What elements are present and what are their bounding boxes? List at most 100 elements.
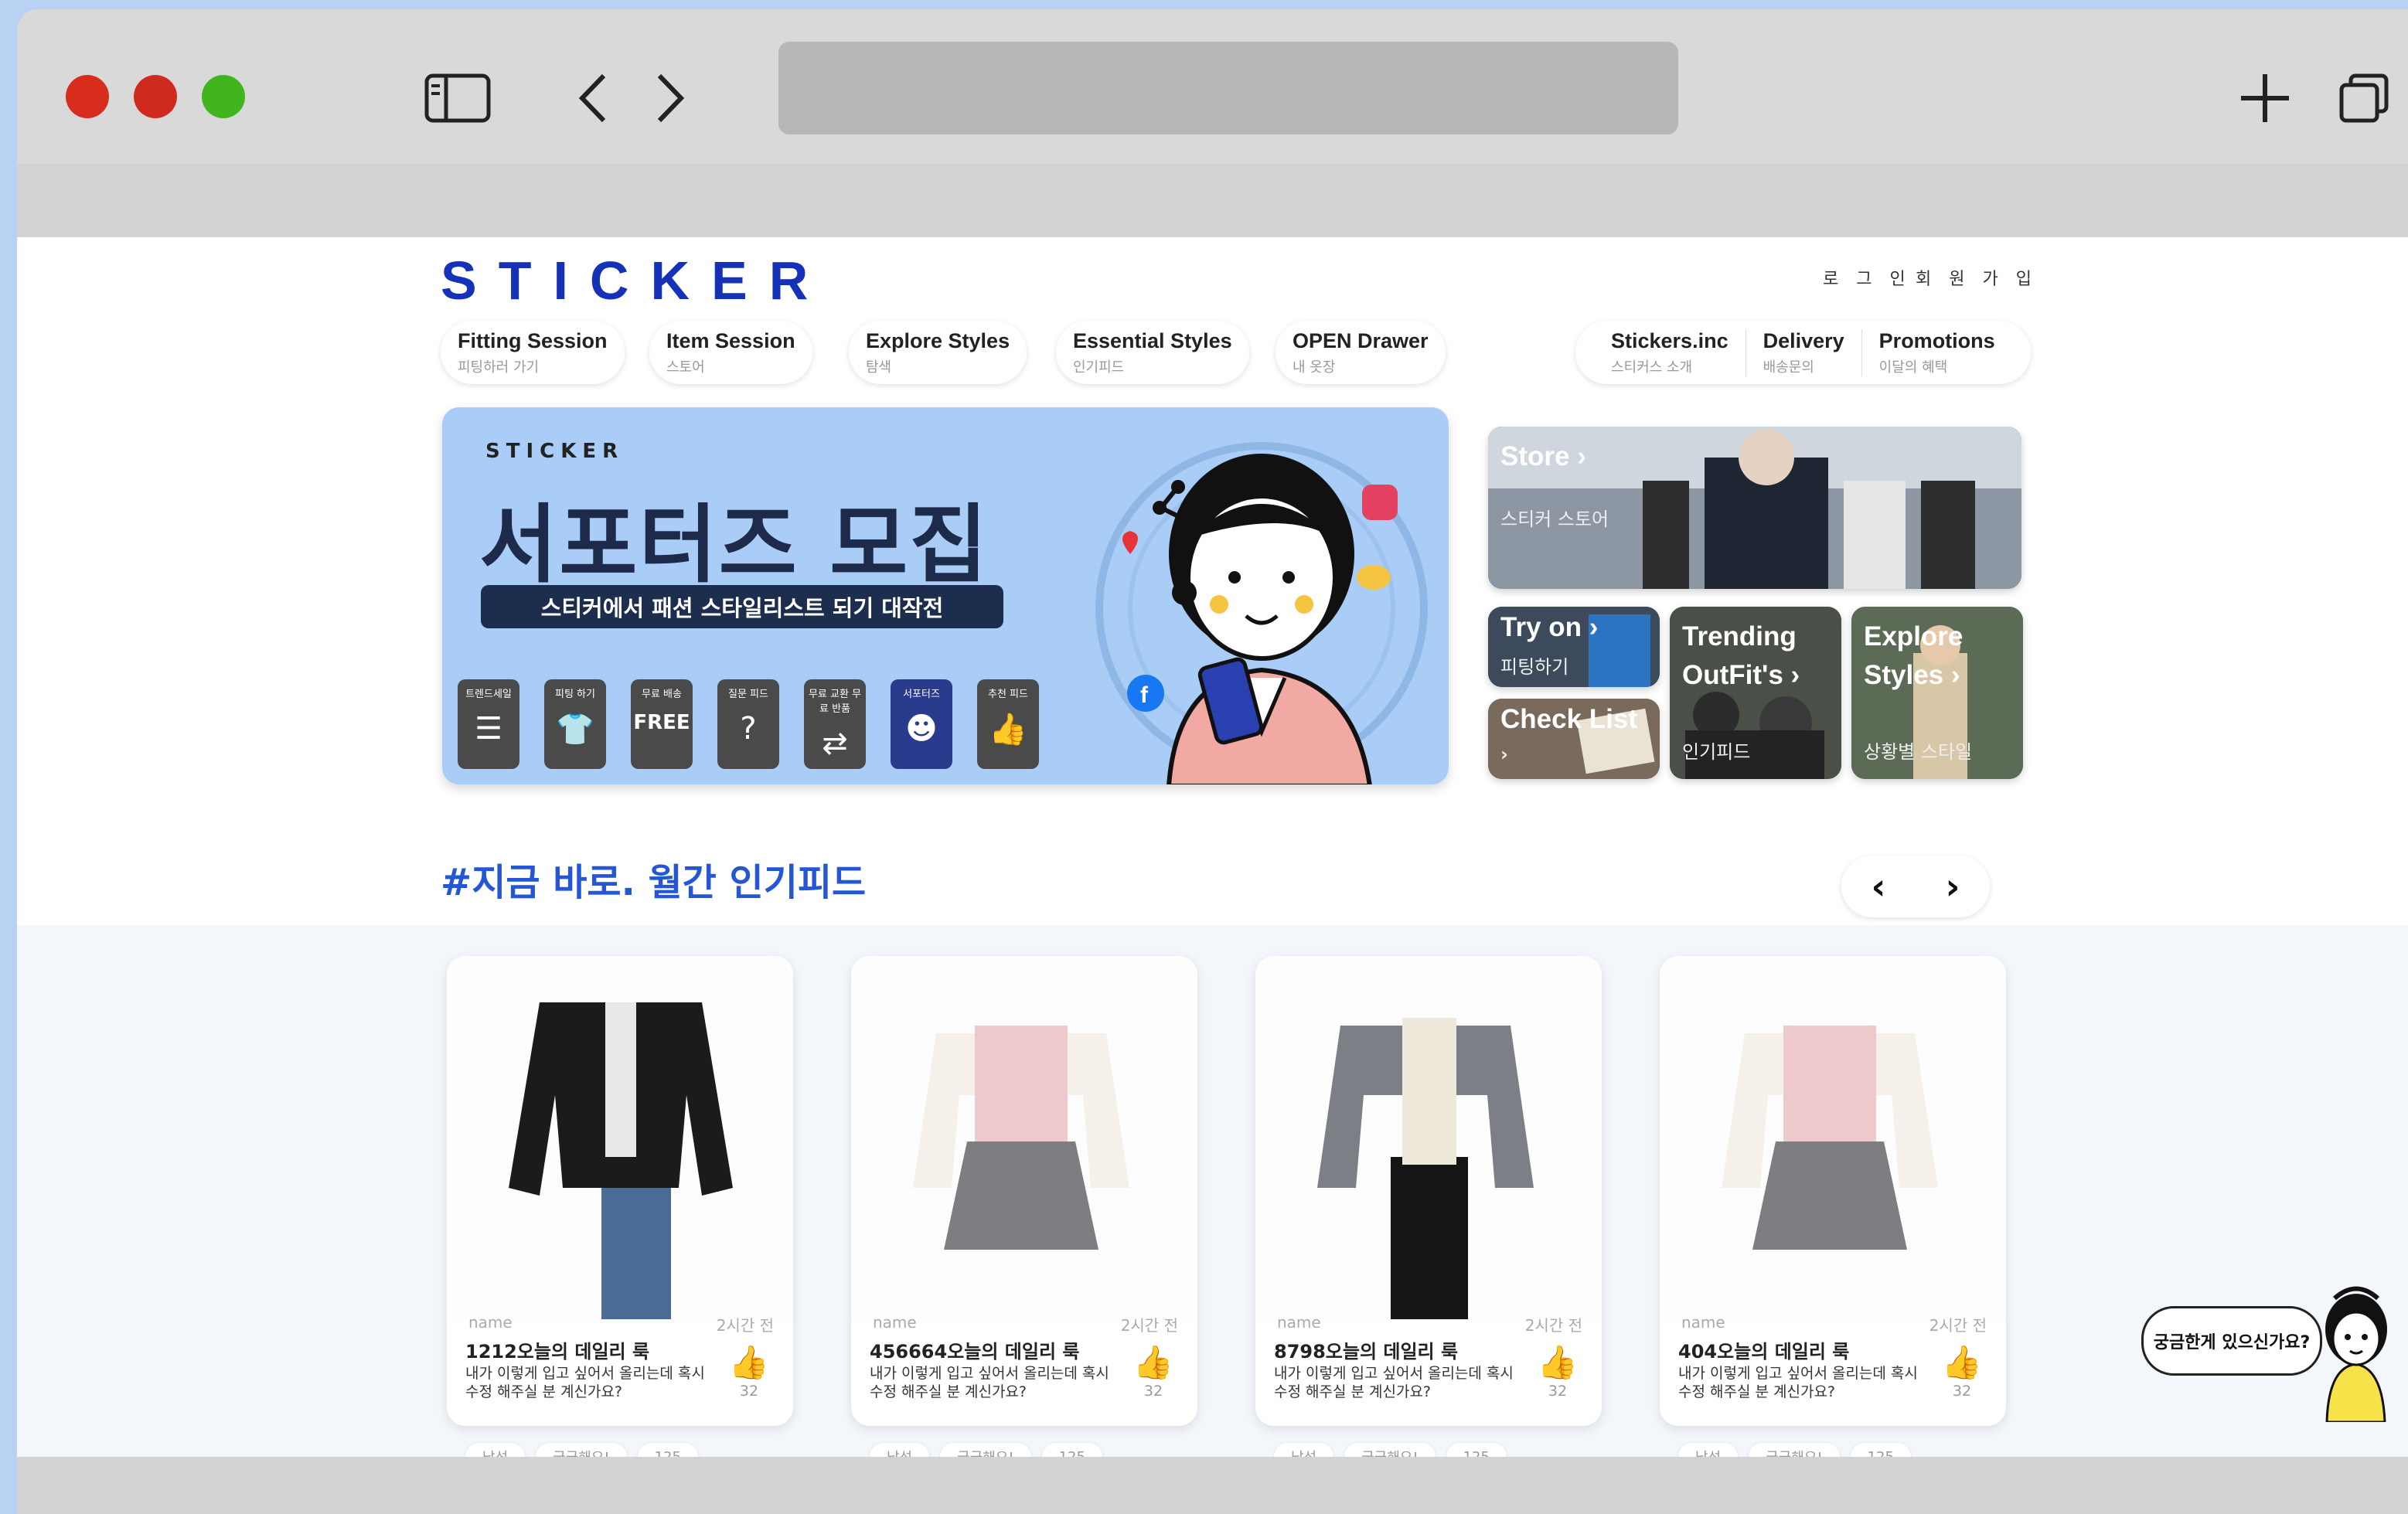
outfit-image <box>851 956 1197 1319</box>
nav-item-session[interactable]: Item Session 스토어 <box>649 321 812 384</box>
feature-label: 피팅 하기 <box>555 689 595 700</box>
minimize-window-button[interactable] <box>134 75 177 118</box>
banner-feature-free-exchange[interactable]: 무료 교환 무료 반품 ⇄ <box>804 679 866 769</box>
card-description: 내가 이렇게 입고 싶어서 올리는데 혹시 수정 해주실 분 계신가요? <box>1678 1365 1918 1400</box>
nav-promotions[interactable]: Promotions 이달의 혜택 <box>1862 329 2012 376</box>
help-chat-bubble[interactable]: 궁금한게 있으신가요? <box>2141 1306 2322 1376</box>
trending-outfits-tile[interactable]: Trending OutFit's › 인기피드 <box>1670 607 1841 779</box>
tag-comments[interactable]: 125 <box>637 1443 698 1457</box>
check-list-arrow: › <box>1500 743 1508 765</box>
feature-label: 추천 피드 <box>988 689 1028 700</box>
nav-subtitle: 내 옷장 <box>1293 359 1336 376</box>
new-tab-icon[interactable] <box>2234 56 2296 141</box>
card-description: 내가 이렇게 입고 싶어서 올리는데 혹시 수정 해주실 분 계신가요? <box>870 1365 1109 1400</box>
tag-gender[interactable]: 남성 <box>465 1443 526 1457</box>
card-description: 내가 이렇게 입고 싶어서 올리는데 혹시 수정 해주실 분 계신가요? <box>1274 1365 1514 1400</box>
signup-link[interactable]: 회 원 가 입 <box>1916 265 2038 290</box>
like-button[interactable]: 👍 32 <box>722 1342 776 1400</box>
svg-text:f: f <box>1140 682 1149 708</box>
browser-titlebar <box>17 9 2408 164</box>
back-icon[interactable] <box>566 56 620 141</box>
card-meta: name 2시간 전 <box>1277 1313 1582 1335</box>
banner-headline: 서포터즈 모집 <box>479 495 989 594</box>
explore-styles-tile[interactable]: Explore Styles › 상황별 스타일 <box>1851 607 2023 779</box>
tag-question[interactable]: 궁금해요! <box>1749 1443 1840 1457</box>
nav-explore-styles[interactable]: Explore Styles 탐색 <box>849 321 1027 384</box>
outfit-image <box>447 956 793 1319</box>
feature-label: 무료 배송 <box>642 689 682 700</box>
store-subtitle: 스티커 스토어 <box>1500 509 1609 530</box>
shirt-icon: 👕 <box>556 712 594 747</box>
tag-question[interactable]: 궁금해요! <box>1344 1443 1436 1457</box>
like-button[interactable]: 👍 32 <box>1935 1342 1989 1400</box>
like-button[interactable]: 👍 32 <box>1126 1342 1180 1400</box>
banner-feature-question-feed[interactable]: 질문 피드 ? <box>717 679 779 769</box>
help-mascot[interactable] <box>2319 1283 2393 1422</box>
trending-subtitle: 인기피드 <box>1682 741 1751 763</box>
tag-comments[interactable]: 125 <box>1446 1443 1507 1457</box>
explore-title-line2: Styles › <box>1864 660 1960 690</box>
like-button[interactable]: 👍 32 <box>1531 1342 1585 1400</box>
card-tags: 남성 궁금해요! 125 <box>1678 1443 1911 1457</box>
try-on-tile[interactable]: Try on › 피팅하기 <box>1488 607 1660 687</box>
like-count: 32 <box>739 1383 759 1400</box>
prev-arrow-button[interactable]: ‹ <box>1872 866 1886 907</box>
store-tile[interactable]: Store › 스티커 스토어 <box>1488 427 2021 589</box>
like-count: 32 <box>1952 1383 1972 1400</box>
banner-feature-fitting[interactable]: 피팅 하기 👕 <box>544 679 606 769</box>
card-title: 456664오늘의 데일리 룩 <box>870 1341 1080 1363</box>
forward-icon[interactable] <box>643 56 697 141</box>
feature-label: 질문 피드 <box>728 689 768 700</box>
nav-delivery[interactable]: Delivery 배송문의 <box>1746 328 1862 376</box>
nav-open-drawer[interactable]: OPEN Drawer 내 옷장 <box>1276 321 1446 384</box>
like-count: 32 <box>1143 1383 1163 1400</box>
tag-gender[interactable]: 남성 <box>1678 1443 1739 1457</box>
author-name: name <box>1277 1313 1321 1332</box>
nav-essential-styles[interactable]: Essential Styles 인기피드 <box>1056 321 1249 384</box>
post-time: 2시간 전 <box>1524 1316 1582 1335</box>
zoom-window-button[interactable] <box>202 75 245 118</box>
explore-title: Explore Styles › <box>1864 618 1963 695</box>
nav-fitting-session[interactable]: Fitting Session 피팅하러 가기 <box>441 321 625 384</box>
nav-subtitle: 배송문의 <box>1763 359 1814 376</box>
supporters-banner[interactable]: STICKER 서포터즈 모집 스티커에서 패션 스타일리스트 되기 대작전 트… <box>442 407 1449 784</box>
free-shipping-icon: FREE <box>633 711 690 734</box>
banner-feature-supporters[interactable]: 서포터즈 ☻ <box>891 679 952 769</box>
web-page: STICKER 로 그 인 회 원 가 입 Fitting Session 피팅… <box>17 237 2408 1457</box>
login-link[interactable]: 로 그 인 <box>1823 265 1912 290</box>
close-window-button[interactable] <box>66 75 109 118</box>
try-on-subtitle: 피팅하기 <box>1500 656 1569 678</box>
nav-subtitle: 피팅하러 가기 <box>458 359 540 376</box>
banner-feature-free-shipping[interactable]: 무료 배송 FREE <box>631 679 693 769</box>
card-meta: name 2시간 전 <box>873 1313 1178 1335</box>
feed-card[interactable]: name 2시간 전 1212오늘의 데일리 룩 내가 이렇게 입고 싶어서 올리… <box>447 956 793 1426</box>
card-tags: 남성 궁금해요! 125 <box>1274 1443 1507 1457</box>
banner-feature-trend-sale[interactable]: 트렌드세일 ☰ <box>458 679 519 769</box>
check-list-tile[interactable]: Check List › <box>1488 699 1660 779</box>
post-time: 2시간 전 <box>716 1316 774 1335</box>
card-meta: name 2시간 전 <box>1681 1313 1987 1335</box>
sidebar-icon[interactable] <box>419 56 496 141</box>
tag-gender[interactable]: 남성 <box>1274 1443 1334 1457</box>
nav-stickers-inc[interactable]: Stickers.inc 스티커스 소개 <box>1594 328 1746 376</box>
next-arrow-button[interactable]: › <box>1946 866 1960 907</box>
nav-subtitle: 탐색 <box>866 359 892 376</box>
address-bar[interactable] <box>778 42 1678 134</box>
popular-feed-title: #지금 바로. 월간 인기피드 <box>441 861 867 904</box>
author-name: name <box>468 1313 513 1332</box>
feature-label: 서포터즈 <box>903 689 940 700</box>
nav-subtitle: 스티커스 소개 <box>1611 359 1693 376</box>
tag-question[interactable]: 궁금해요! <box>940 1443 1031 1457</box>
supporter-illustration: f <box>1095 442 1428 784</box>
tag-question[interactable]: 궁금해요! <box>536 1443 627 1457</box>
feed-card[interactable]: name 2시간 전 8798오늘의 데일리 룩 내가 이렇게 입고 싶어서 올리… <box>1255 956 1602 1426</box>
tag-comments[interactable]: 125 <box>1041 1443 1102 1457</box>
feed-card[interactable]: name 2시간 전 456664오늘의 데일리 룩 내가 이렇게 입고 싶어서 … <box>851 956 1197 1426</box>
tabs-overview-icon[interactable] <box>2333 56 2395 141</box>
nav-title: Stickers.inc <box>1611 328 1729 352</box>
feed-card[interactable]: name 2시간 전 404오늘의 데일리 룩 내가 이렇게 입고 싶어서 올리는… <box>1660 956 2006 1426</box>
tag-gender[interactable]: 남성 <box>870 1443 930 1457</box>
tag-comments[interactable]: 125 <box>1850 1443 1911 1457</box>
site-logo[interactable]: STICKER <box>441 250 829 311</box>
nav-title: OPEN Drawer <box>1293 328 1429 352</box>
